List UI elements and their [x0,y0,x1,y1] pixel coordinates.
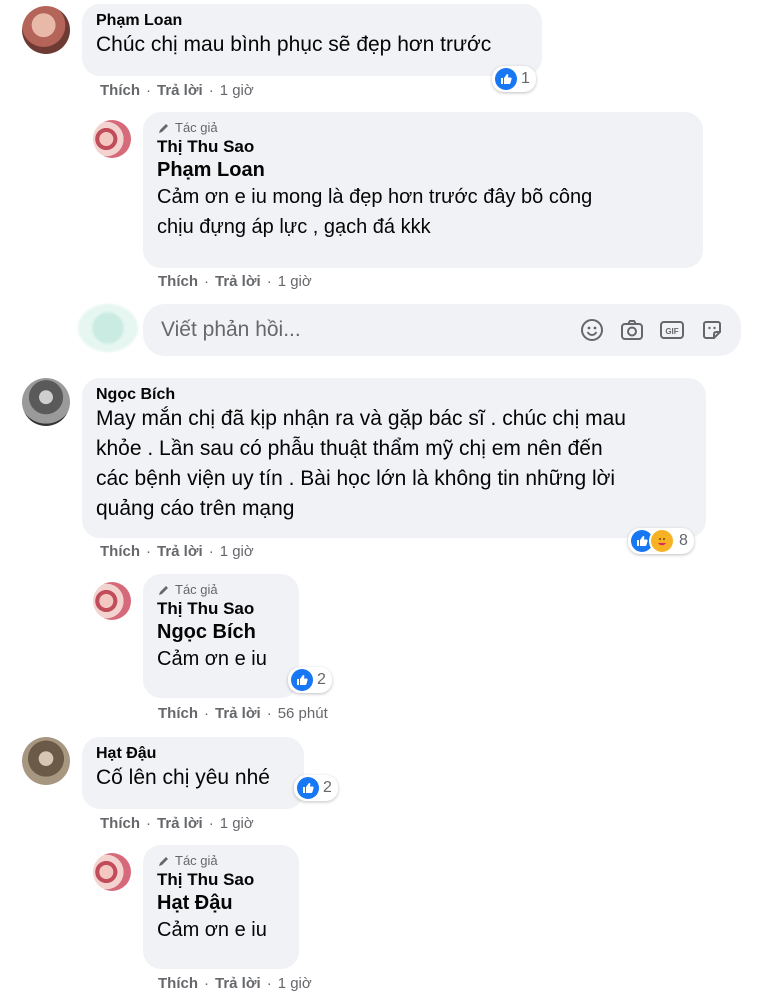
reaction-count[interactable]: 2 [294,775,338,801]
reply-actions: Thích · Trả lời · 1 giờ [158,273,312,290]
care-reaction-icon [649,528,675,554]
pencil-icon [159,123,168,133]
comment-text: Chúc chị mau bình phục sẽ đẹp hơn trước [96,33,492,56]
reply-author[interactable]: Thị Thu Sao [157,137,691,157]
author-badge: Tác giả [157,582,287,597]
like-action[interactable]: Thích [100,82,140,99]
comment-text: Cố lên chị yêu nhé [96,766,270,789]
avatar-thi-thu-sao[interactable] [93,120,131,158]
reply-mention[interactable]: Phạm Loan [157,159,691,182]
reply-mention[interactable]: Ngọc Bích [157,621,287,644]
author-badge-label: Tác giả [175,120,218,135]
like-action[interactable]: Thích [158,273,198,290]
emoji-icon[interactable] [579,317,605,343]
pencil-icon [159,856,168,866]
reply-bubble: Tác giả Thị Thu Sao Ngọc Bích Cảm ơn e i… [143,574,299,698]
reply-text: Cảm ơn e iu [157,648,267,670]
reply-author[interactable]: Thị Thu Sao [157,599,287,619]
separator-dot: · [204,705,209,722]
comment-text-line: khỏe . Lần sau có phẫu thuật thẩm mỹ chị… [96,437,603,460]
author-badge-label: Tác giả [175,853,218,868]
reply-input[interactable] [159,317,579,343]
comment-bubble-hat-dau: Hạt Đậu Cố lên chị yêu nhé [82,737,304,809]
reply-action[interactable]: Trả lời [157,82,203,99]
separator-dot: · [208,543,214,560]
reaction-count[interactable]: 1 [492,66,536,92]
comment-time[interactable]: 1 giờ [220,82,254,99]
gif-icon[interactable]: GIF [659,317,685,343]
author-badge: Tác giả [157,853,287,868]
comment-actions: Thích · Trả lời · 1 giờ [100,543,254,560]
reply-action[interactable]: Trả lời [157,815,203,832]
pencil-icon [159,585,168,595]
separator-dot: · [146,815,151,832]
separator-dot: · [208,815,214,832]
reply-action[interactable]: Trả lời [215,975,261,992]
svg-text:GIF: GIF [665,327,678,336]
reply-text-line: Cảm ơn e iu mong là đẹp hơn trước đây bõ… [157,186,593,208]
reply-text: Cảm ơn e iu [157,919,267,941]
reply-actions: Thích · Trả lời · 56 phút [158,705,328,722]
like-action[interactable]: Thích [158,705,198,722]
reply-text-line: chịu đựng áp lực , gạch đá kkk [157,216,431,238]
reaction-count-value: 2 [317,671,326,688]
avatar-pham-loan[interactable] [22,6,70,54]
separator-dot: · [266,975,272,992]
reply-time[interactable]: 1 giờ [278,273,312,290]
reply-bubble: Tác giả Thị Thu Sao Hạt Đậu Cảm ơn e iu [143,845,299,969]
reply-action[interactable]: Trả lời [215,705,261,722]
reply-time[interactable]: 1 giờ [278,975,312,992]
reply-bubble: Tác giả Thị Thu Sao Phạm Loan Cảm ơn e i… [143,112,703,268]
like-action[interactable]: Thích [100,543,140,560]
separator-dot: · [208,82,214,99]
comment-actions: Thích · Trả lời · 1 giờ [100,82,254,99]
separator-dot: · [266,273,272,290]
reaction-count-value: 2 [323,779,332,796]
comment-text-line: May mắn chị đã kịp nhận ra và gặp bác sĩ… [96,407,626,430]
like-reaction-icon [297,777,319,799]
author-badge: Tác giả [157,120,691,135]
comment-text-line: các bệnh viện uy tín . Bài học lớn là kh… [96,467,616,490]
reaction-count[interactable]: 8 [628,528,694,554]
reaction-count-value: 8 [679,532,688,549]
comment-bubble-pham-loan: Phạm Loan Chúc chị mau bình phục sẽ đẹp … [82,4,542,76]
comment-actions: Thích · Trả lời · 1 giờ [100,815,254,832]
reply-author[interactable]: Thị Thu Sao [157,870,287,890]
reply-action[interactable]: Trả lời [215,273,261,290]
avatar-thi-thu-sao[interactable] [93,853,131,891]
comment-bubble-ngoc-bich: Ngọc Bích May mắn chị đã kịp nhận ra và … [82,378,706,538]
reply-mention[interactable]: Hạt Đậu [157,892,287,915]
like-action[interactable]: Thích [100,815,140,832]
comment-author[interactable]: Hạt Đậu [96,745,292,763]
reaction-count-value: 1 [521,70,530,87]
input-icons: GIF [579,317,725,343]
avatar-thi-thu-sao[interactable] [93,582,131,620]
comment-time[interactable]: 1 giờ [220,815,254,832]
author-badge-label: Tác giả [175,582,218,597]
avatar-ngoc-bich[interactable] [22,378,70,426]
camera-icon[interactable] [619,317,645,343]
separator-dot: · [146,543,151,560]
reply-action[interactable]: Trả lời [157,543,203,560]
like-reaction-icon [291,669,313,691]
sticker-icon[interactable] [699,317,725,343]
separator-dot: · [146,82,151,99]
comment-author[interactable]: Phạm Loan [96,12,530,30]
comment-text-line: quảng cáo trên mạng [96,497,295,520]
comment-author[interactable]: Ngọc Bích [96,386,694,404]
reply-time[interactable]: 56 phút [278,705,328,722]
current-user-avatar [78,304,138,352]
separator-dot: · [204,273,209,290]
reaction-count[interactable]: 2 [288,667,332,693]
like-reaction-icon [495,68,517,90]
reply-actions: Thích · Trả lời · 1 giờ [158,975,312,992]
comment-time[interactable]: 1 giờ [220,543,254,560]
separator-dot: · [204,975,209,992]
avatar-hat-dau[interactable] [22,737,70,785]
like-action[interactable]: Thích [158,975,198,992]
reply-input-box: GIF [143,304,741,356]
separator-dot: · [266,705,272,722]
